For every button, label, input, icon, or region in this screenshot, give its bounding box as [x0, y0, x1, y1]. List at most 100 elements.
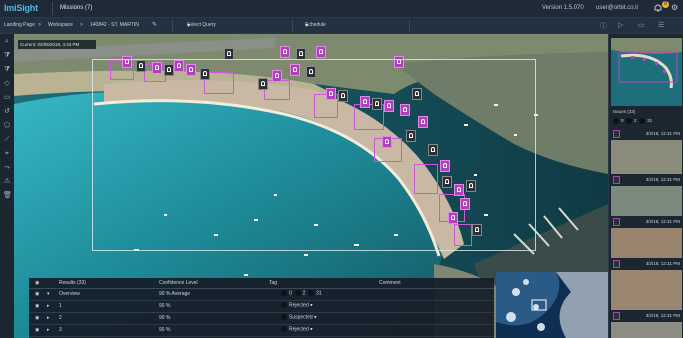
issue-item-header[interactable]: 3/2/18, 12:31 PM: [609, 311, 683, 321]
issue-icon: [613, 312, 620, 320]
minimap[interactable]: [496, 272, 608, 338]
chevron-right-icon[interactable]: ▸: [47, 327, 50, 333]
issue-item-header[interactable]: 3/2/18, 12:31 PM: [609, 129, 683, 139]
breadcrumb-sep: >: [80, 22, 83, 28]
result-id: 3: [59, 327, 62, 333]
schedule-dropdown[interactable]: Schedule ▾: [292, 20, 410, 31]
question-icon: [626, 118, 633, 124]
filter-icon[interactable]: ⧩: [3, 66, 11, 74]
missions-menu[interactable]: Missions (7): [60, 5, 92, 11]
left-toolbar: ⌕ ⧩ ⧩ ◇ ▭ ↺ ⬠ ⟋ ⌖ ⤳ ⚠ 🗑: [0, 34, 15, 338]
eye-icon[interactable]: ◉: [35, 280, 39, 286]
edit-icon[interactable]: ✎: [152, 21, 157, 28]
overview-thumbnail-image: [611, 38, 682, 106]
info-icon[interactable]: ⓘ: [600, 21, 607, 31]
chevron-down-icon[interactable]: ▾: [47, 291, 50, 297]
issues-title: Issues (33): [613, 109, 636, 114]
breadcrumb-workspace[interactable]: Workspace: [48, 22, 73, 28]
overview-confidence: 90 % Average: [159, 291, 191, 297]
confidence-column-header[interactable]: Confidence Level: [159, 280, 198, 286]
chevron-right-icon[interactable]: ▸: [47, 303, 50, 309]
issues-counts: 0 2 31: [613, 118, 652, 124]
tag-counts: 0 2 31: [281, 290, 322, 296]
issue-item-header[interactable]: 3/2/18, 12:31 PM: [609, 217, 683, 227]
warning-icon[interactable]: ⚠: [3, 178, 11, 186]
select-query-dropdown[interactable]: Select Query ▾: [172, 20, 291, 31]
trash-icon[interactable]: 🗑: [3, 192, 12, 200]
overview-row[interactable]: ◉ ▾ Overview 90 % Average 0 2 31: [29, 289, 494, 301]
share-icon[interactable]: ⤳: [3, 164, 11, 172]
issue-time: 3/2/18, 12:31 PM: [645, 177, 680, 182]
tag-dropdown[interactable]: Rejected ▾: [281, 326, 313, 332]
check-icon: [281, 290, 287, 296]
result-id: 2: [59, 315, 62, 321]
question-icon: [294, 290, 301, 296]
top-bar: ImiSight Missions (7) Version 1.5.070 us…: [0, 0, 683, 18]
results-panel: ◉ Results (33) Confidence Level Tag Comm…: [29, 278, 494, 338]
eye-icon[interactable]: ◉: [35, 327, 39, 333]
overview-thumbnail[interactable]: [611, 38, 682, 106]
x-icon: [639, 118, 646, 124]
list-icon[interactable]: ☰: [658, 21, 664, 29]
rectangle-icon[interactable]: ▭: [3, 94, 11, 102]
undo-icon[interactable]: ↺: [3, 108, 11, 116]
chevron-down-icon: ▾: [187, 23, 191, 29]
tag-column-header[interactable]: Tag: [269, 280, 277, 286]
issues-panel: Issues (33) 0 2 31 3/2/18, 12:31 PM 3/2/…: [608, 34, 683, 338]
issue-time: 3/2/18, 12:31 PM: [645, 313, 680, 318]
x-icon: [281, 302, 287, 308]
issue-time: 3/2/18, 12:31 PM: [645, 219, 680, 224]
table-row[interactable]: ◉ ▸ 3 90 % Rejected ▾: [29, 325, 494, 337]
comment-column-header: Comment: [379, 280, 401, 286]
issue-time: 3/2/18, 12:31 PM: [645, 131, 680, 136]
tag-dropdown[interactable]: Suspected ▾: [281, 314, 317, 320]
result-confidence: 90 %: [159, 327, 171, 333]
current-date-label: Current: 02/05/2018, 4:43 PM: [18, 40, 96, 49]
issue-thumbnail[interactable]: [611, 140, 682, 174]
polygon-icon[interactable]: ⬠: [3, 122, 11, 130]
user-menu[interactable]: user@orbit.co.il: [596, 5, 638, 11]
breadcrumb-mission: 140842 - ST. MARTIN: [90, 22, 139, 28]
detection-pin[interactable]: [280, 46, 290, 58]
issue-item-header[interactable]: 3/2/18, 12:31 PM: [609, 259, 683, 269]
play-icon[interactable]: ▷: [618, 21, 623, 29]
issue-thumbnail[interactable]: [611, 270, 682, 310]
eye-icon[interactable]: ◉: [35, 291, 39, 297]
chevron-down-icon: ▾: [305, 23, 309, 29]
gear-icon[interactable]: ⚙: [671, 3, 678, 12]
result-id: 1: [59, 303, 62, 309]
detection-pin[interactable]: [316, 46, 326, 58]
tag-icon[interactable]: ◇: [3, 80, 11, 88]
filter-icon[interactable]: ⧩: [3, 52, 11, 60]
tag-dropdown[interactable]: Rejected ▾: [281, 302, 313, 308]
measure-icon[interactable]: ⟋: [3, 136, 11, 144]
table-row[interactable]: ◉ ▸ 2 90 % Suspected ▾: [29, 313, 494, 325]
issue-time: 3/2/18, 12:31 PM: [645, 261, 680, 266]
results-column-header[interactable]: Results (33): [59, 280, 86, 286]
eye-icon[interactable]: ◉: [35, 303, 39, 309]
pin-icon[interactable]: ⌖: [3, 150, 11, 158]
x-icon: [281, 326, 287, 332]
issue-icon: [613, 176, 620, 184]
result-confidence: 90 %: [159, 303, 171, 309]
app-logo: ImiSight: [4, 3, 38, 13]
table-row[interactable]: ◉ ▸ 1 90 % Rejected ▾: [29, 301, 494, 313]
results-header: ◉ Results (33) Confidence Level Tag Comm…: [29, 278, 494, 289]
question-icon: [281, 314, 287, 320]
issue-icon: [613, 260, 620, 268]
issue-thumbnail[interactable]: [611, 322, 682, 338]
issue-item-header[interactable]: 3/2/18, 12:31 PM: [609, 175, 683, 185]
version-text: Version 1.5.070: [542, 5, 584, 11]
chevron-right-icon[interactable]: ▸: [47, 315, 50, 321]
breadcrumb-landing[interactable]: Landing Page: [4, 22, 35, 28]
issue-thumbnail[interactable]: [611, 186, 682, 216]
area-of-interest-frame: [92, 59, 536, 251]
layers-icon[interactable]: ▭: [638, 21, 645, 29]
check-icon: [613, 118, 619, 124]
issue-icon: [613, 218, 620, 226]
minimap-image: [496, 272, 608, 338]
x-icon: [308, 290, 315, 296]
eye-icon[interactable]: ◉: [35, 315, 39, 321]
issue-thumbnail[interactable]: [611, 228, 682, 258]
zoom-icon[interactable]: ⌕: [3, 38, 11, 46]
